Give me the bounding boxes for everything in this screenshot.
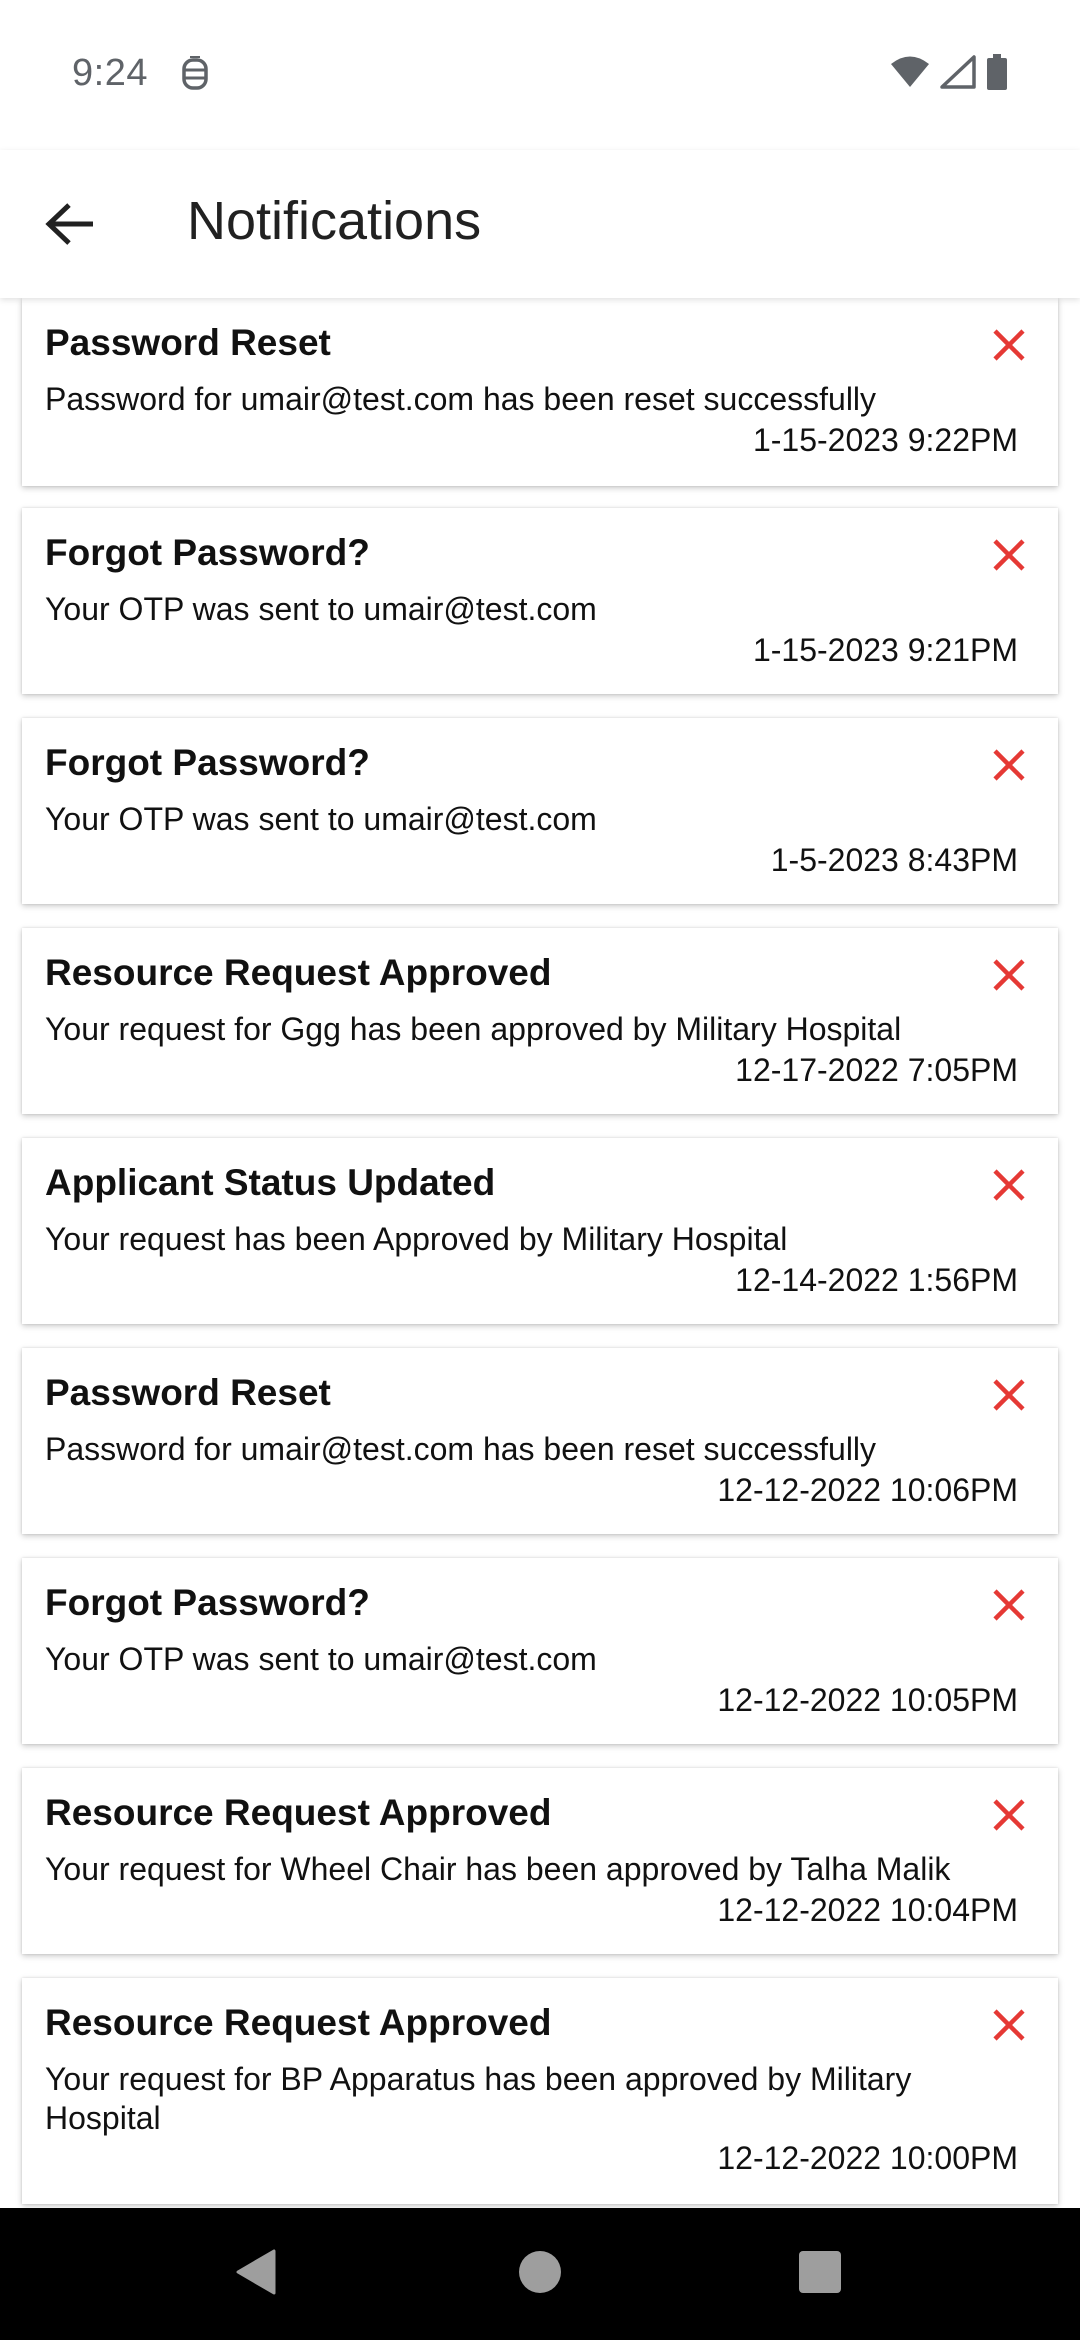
status-time: 9:24 <box>72 52 148 94</box>
nav-back-button[interactable] <box>226 2244 286 2304</box>
notification-body: Your OTP was sent to umair@test.com <box>45 801 597 837</box>
back-button[interactable] <box>30 186 110 266</box>
notification-icon <box>180 54 210 92</box>
notification-card[interactable]: Resource Request Approved Your request f… <box>22 1978 1058 2204</box>
notification-card[interactable]: Applicant Status Updated Your request ha… <box>22 1138 1058 1324</box>
notification-body: Your OTP was sent to umair@test.com <box>45 1641 597 1677</box>
dismiss-button[interactable] <box>982 1790 1036 1844</box>
signal-icon <box>940 55 976 94</box>
notification-time: 12-14-2022 1:56PM <box>735 1262 1018 1298</box>
notification-title: Forgot Password? <box>45 1582 370 1623</box>
system-nav-bar <box>0 2208 1080 2340</box>
nav-recents-icon <box>798 2250 842 2299</box>
notification-card[interactable]: Resource Request Approved Your request f… <box>22 928 1058 1114</box>
notification-time: 12-12-2022 10:04PM <box>717 1892 1018 1928</box>
notification-time: 12-17-2022 7:05PM <box>735 1052 1018 1088</box>
dismiss-button[interactable] <box>982 1580 1036 1634</box>
screen: 9:24 Notifications Password Reset Passwo… <box>0 0 1080 2340</box>
notification-body: Password for umair@test.com has been res… <box>45 1431 877 1467</box>
notification-card[interactable]: Forgot Password? Your OTP was sent to um… <box>22 718 1058 904</box>
status-icons <box>890 54 1008 95</box>
notification-title: Resource Request Approved <box>45 1792 552 1833</box>
battery-icon <box>986 54 1008 95</box>
dismiss-button[interactable] <box>982 1160 1036 1214</box>
notification-title: Applicant Status Updated <box>45 1162 496 1203</box>
close-icon <box>991 747 1027 788</box>
notification-title: Password Reset <box>45 1372 331 1413</box>
notification-body: Your OTP was sent to umair@test.com <box>45 591 597 627</box>
dismiss-button[interactable] <box>982 320 1036 374</box>
notification-time: 1-15-2023 9:22PM <box>752 422 1018 458</box>
notification-title: Resource Request Approved <box>45 2002 552 2043</box>
close-icon <box>991 2007 1027 2048</box>
app-bar: Notifications <box>0 150 1080 298</box>
dismiss-button[interactable] <box>982 530 1036 584</box>
notification-card[interactable]: Password Reset Password for umair@test.c… <box>22 298 1058 486</box>
close-icon <box>991 327 1027 368</box>
dismiss-button[interactable] <box>982 2000 1036 2054</box>
notification-time: 12-12-2022 10:06PM <box>717 1472 1018 1508</box>
close-icon <box>991 1167 1027 1208</box>
nav-recents-button[interactable] <box>790 2244 850 2304</box>
notification-card[interactable]: Resource Request Approved Your request f… <box>22 1768 1058 1954</box>
wifi-icon <box>890 55 930 94</box>
notification-card[interactable]: Password Reset Password for umair@test.c… <box>22 1348 1058 1534</box>
dismiss-button[interactable] <box>982 1370 1036 1424</box>
notification-time: 1-15-2023 9:21PM <box>752 632 1018 668</box>
dismiss-button[interactable] <box>982 740 1036 794</box>
close-icon <box>991 1377 1027 1418</box>
notification-card[interactable]: Forgot Password? Your OTP was sent to um… <box>22 1558 1058 1744</box>
status-bar: 9:24 <box>0 0 1080 150</box>
notification-card[interactable]: Forgot Password? Your OTP was sent to um… <box>22 508 1058 694</box>
notification-body: Your request for Wheel Chair has been ap… <box>45 1851 951 1887</box>
notification-title: Forgot Password? <box>45 532 370 573</box>
notification-list[interactable]: Password Reset Password for umair@test.c… <box>0 298 1080 2208</box>
nav-home-icon <box>518 2250 562 2299</box>
notification-body: Your request has been Approved by Milita… <box>45 1221 788 1257</box>
nav-home-button[interactable] <box>510 2244 570 2304</box>
page-title: Notifications <box>187 191 482 251</box>
notification-time: 1-5-2023 8:43PM <box>770 842 1018 878</box>
notification-body: Password for umair@test.com has been res… <box>45 381 877 417</box>
notification-body: Your request for BP Apparatus has been a… <box>45 2061 912 2136</box>
notification-title: Password Reset <box>45 322 331 363</box>
notification-title: Forgot Password? <box>45 742 370 783</box>
close-icon <box>991 1587 1027 1628</box>
arrow-back-icon <box>45 202 95 251</box>
nav-back-icon <box>234 2248 278 2301</box>
close-icon <box>991 957 1027 998</box>
notification-title: Resource Request Approved <box>45 952 552 993</box>
close-icon <box>991 1797 1027 1838</box>
dismiss-button[interactable] <box>982 950 1036 1004</box>
notification-time: 12-12-2022 10:00PM <box>717 2140 1018 2176</box>
notification-time: 12-12-2022 10:05PM <box>717 1682 1018 1718</box>
notification-body: Your request for Ggg has been approved b… <box>45 1011 902 1047</box>
close-icon <box>991 537 1027 578</box>
